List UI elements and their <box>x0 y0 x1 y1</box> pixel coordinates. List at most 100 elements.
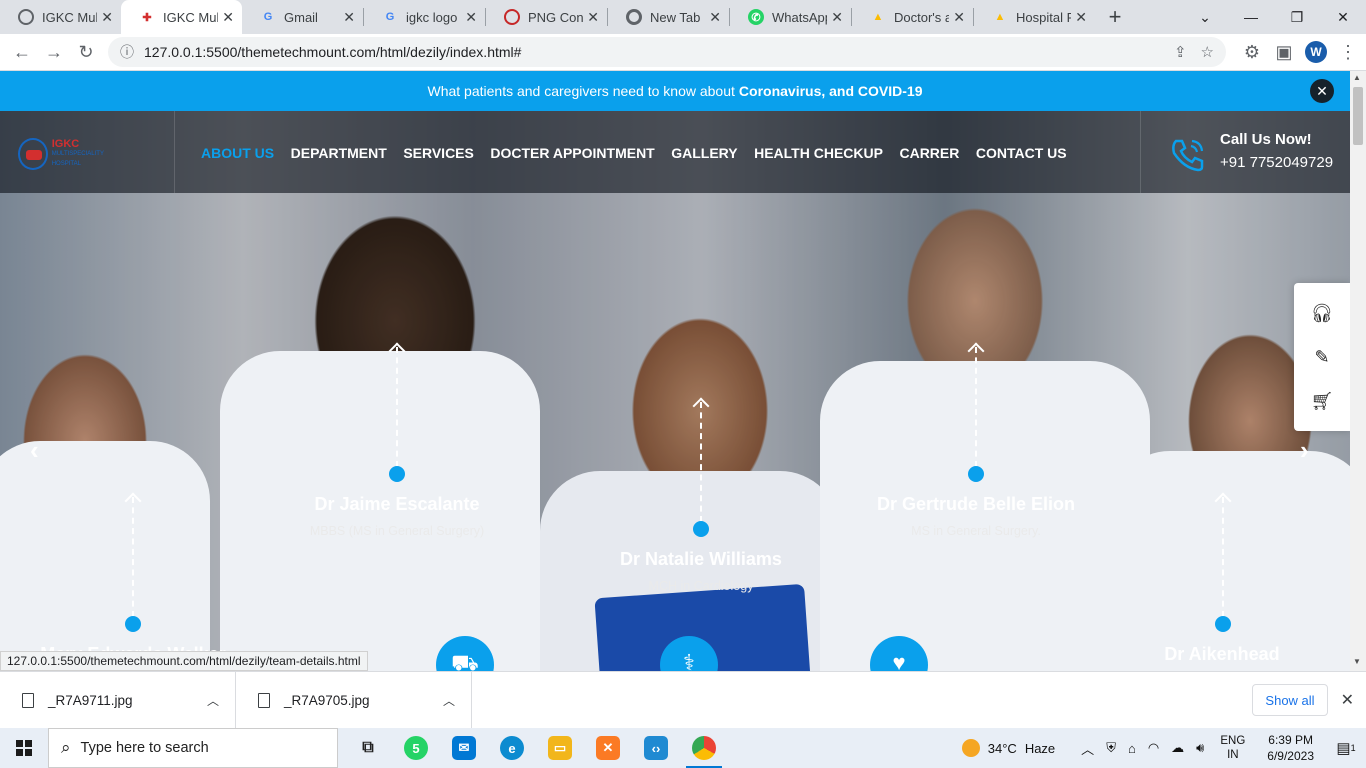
address-bar[interactable]: ⓘ 127.0.0.1:5500/themetechmount.com/html… <box>108 37 1226 67</box>
system-tray: 34°C Haze ︿ ⛨ ⌂ ◠ ☁ 🔊︎ ENG IN 6:39 PM 6/… <box>961 728 1366 768</box>
headphones-icon[interactable]: 🎧︎ <box>1311 303 1334 324</box>
close-shelf-icon[interactable]: ✕ <box>1341 690 1354 710</box>
browser-menu-icon[interactable]: ⋮ <box>1332 36 1364 68</box>
close-tab-icon[interactable]: ✕ <box>953 9 965 26</box>
xampp-icon[interactable]: ✕ <box>584 728 632 768</box>
forward-button[interactable]: → <box>38 36 70 68</box>
menu-item-carrer[interactable]: CARRER <box>899 145 959 161</box>
new-tab-button[interactable]: + <box>1095 0 1135 34</box>
chevron-up-icon[interactable]: ︿ <box>443 692 455 709</box>
menu-item-gallery[interactable]: GALLERY <box>671 145 737 161</box>
clock-date: 6/9/2023 <box>1267 749 1314 763</box>
close-tab-icon[interactable]: ✕ <box>343 9 355 26</box>
slider-next-arrow[interactable]: › <box>1300 435 1309 466</box>
tab-label: WhatsApp <box>772 9 828 25</box>
site-info-icon[interactable]: ⓘ <box>120 42 134 62</box>
close-tab-icon[interactable]: ✕ <box>1075 9 1087 26</box>
call-number[interactable]: +91 7752049729 <box>1220 154 1333 171</box>
show-all-button[interactable]: Show all <box>1252 684 1328 716</box>
vscode-icon[interactable]: ‹› <box>632 728 680 768</box>
browser-tab-active[interactable]: ✚ IGKC Multi ✕ <box>121 0 242 34</box>
close-tab-icon[interactable]: ✕ <box>709 9 721 26</box>
doctor-name[interactable]: Dr Gertrude Belle Elion <box>877 494 1075 515</box>
google-icon: G <box>263 11 273 23</box>
notice-text: What patients and caregivers need to kno… <box>427 83 735 99</box>
window-controls: ⌄ — ❐ ✕ <box>1182 0 1366 34</box>
maximize-button[interactable]: ❐ <box>1274 0 1320 34</box>
menu-item-about-us[interactable]: ABOUT US <box>201 145 274 161</box>
chrome-icon[interactable] <box>680 728 728 768</box>
close-tab-icon[interactable]: ✕ <box>587 9 599 26</box>
slider-prev-arrow[interactable]: ‹ <box>30 435 39 466</box>
scroll-up-arrow[interactable]: ▲ <box>1353 73 1361 82</box>
side-panel-icon[interactable]: ▣ <box>1268 36 1300 68</box>
taskbar-search[interactable]: ⌕ Type here to search <box>48 728 338 768</box>
close-tab-icon[interactable]: ✕ <box>831 9 843 26</box>
minimize-button[interactable]: — <box>1228 0 1274 34</box>
weather-widget[interactable]: 34°C Haze <box>961 739 1055 757</box>
pencil-icon[interactable]: ✎ <box>1314 347 1329 368</box>
security-icon[interactable]: ⛨ <box>1106 740 1116 756</box>
chevron-up-icon[interactable]: ︿ <box>207 692 219 709</box>
site-logo[interactable]: IGKC MULTISPECIALITY HOSPITAL <box>18 133 128 175</box>
call-us-block[interactable]: Call Us Now! +91 7752049729 <box>1168 131 1333 175</box>
download-item[interactable]: _R7A9711.jpg ︿ <box>0 671 236 729</box>
browser-tab[interactable]: ▲ Hospital P ✕ <box>974 0 1095 34</box>
notice-link[interactable]: Coronavirus, and COVID-19 <box>739 83 923 99</box>
call-title: Call Us Now! <box>1220 131 1312 148</box>
reload-button[interactable]: ↻ <box>70 36 102 68</box>
task-view-icon[interactable]: ⧉ <box>344 728 392 768</box>
browser-tab[interactable]: New Tab ✕ <box>608 0 729 34</box>
share-icon[interactable]: ⇪ <box>1174 43 1187 61</box>
site-header: IGKC MULTISPECIALITY HOSPITAL ABOUT US DE… <box>0 111 1350 193</box>
wifi-icon[interactable]: ◠ <box>1148 740 1159 756</box>
start-button[interactable] <box>0 728 48 768</box>
browser-tab[interactable]: ✆ WhatsApp ✕ <box>730 0 851 34</box>
doctor-name[interactable]: Dr Jaime Escalante <box>314 494 479 515</box>
cart-icon[interactable]: 🛒︎ <box>1311 391 1334 412</box>
marker-dot <box>125 616 141 632</box>
edge-icon[interactable]: e <box>488 728 536 768</box>
menu-item-contact-us[interactable]: CONTACT US <box>976 145 1067 161</box>
doctor-name[interactable]: Dr Aikenhead <box>1164 644 1279 665</box>
back-button[interactable]: ← <box>6 36 38 68</box>
show-hidden-icons-icon[interactable]: ︿ <box>1081 739 1094 758</box>
close-tab-icon[interactable]: ✕ <box>101 9 113 26</box>
address-url[interactable]: 127.0.0.1:5500/themetechmount.com/html/d… <box>144 44 1174 60</box>
tab-label: Doctor's ap <box>894 9 950 25</box>
browser-tab[interactable]: G igkc logo - ✕ <box>364 0 485 34</box>
main-menu: ABOUT US DEPARTMENT SERVICES DOCTER APPO… <box>201 145 1067 161</box>
usb-icon[interactable]: ⌂ <box>1128 741 1136 756</box>
clock[interactable]: 6:39 PM 6/9/2023 <box>1267 732 1314 764</box>
menu-item-health-checkup[interactable]: HEALTH CHECKUP <box>754 145 883 161</box>
profile-button[interactable]: W <box>1300 36 1332 68</box>
volume-icon[interactable]: 🔊︎ <box>1196 740 1204 756</box>
notification-center-icon[interactable]: ▤ 1 <box>1326 739 1366 757</box>
mail-icon[interactable]: ✉ <box>440 728 488 768</box>
menu-item-department[interactable]: DEPARTMENT <box>291 145 387 161</box>
browser-tab[interactable]: G Gmail ✕ <box>242 0 363 34</box>
scroll-down-arrow[interactable]: ▼ <box>1353 657 1361 666</box>
bookmark-star-icon[interactable]: ☆ <box>1201 43 1214 61</box>
pinned-apps: ⧉ 5 ✉ e ▭ ✕ ‹› <box>344 728 728 768</box>
extensions-icon[interactable]: ⚙ <box>1236 36 1268 68</box>
browser-tab[interactable]: PNG Conv ✕ <box>486 0 607 34</box>
scroll-thumb[interactable] <box>1353 87 1363 145</box>
page-scrollbar[interactable]: ▲ ▼ <box>1350 71 1366 671</box>
browser-tab[interactable]: ▲ Doctor's ap ✕ <box>852 0 973 34</box>
close-tab-icon[interactable]: ✕ <box>222 9 234 26</box>
doctor-name[interactable]: Dr Natalie Williams <box>620 549 782 570</box>
browser-tab[interactable]: IGKC Multi ✕ <box>0 0 121 34</box>
download-item[interactable]: _R7A9705.jpg ︿ <box>236 671 472 729</box>
onedrive-icon[interactable]: ☁ <box>1171 740 1184 756</box>
notice-close-button[interactable]: ✕ <box>1310 79 1334 103</box>
close-tab-icon[interactable]: ✕ <box>465 9 477 26</box>
file-explorer-icon[interactable]: ▭ <box>536 728 584 768</box>
menu-item-services[interactable]: SERVICES <box>403 145 474 161</box>
marker-dot <box>693 521 709 537</box>
tab-search-icon[interactable]: ⌄ <box>1182 0 1228 34</box>
close-window-button[interactable]: ✕ <box>1320 0 1366 34</box>
whatsapp-icon[interactable]: 5 <box>392 728 440 768</box>
language-indicator[interactable]: ENG IN <box>1220 734 1245 762</box>
menu-item-docter-appointment[interactable]: DOCTER APPOINTMENT <box>490 145 654 161</box>
